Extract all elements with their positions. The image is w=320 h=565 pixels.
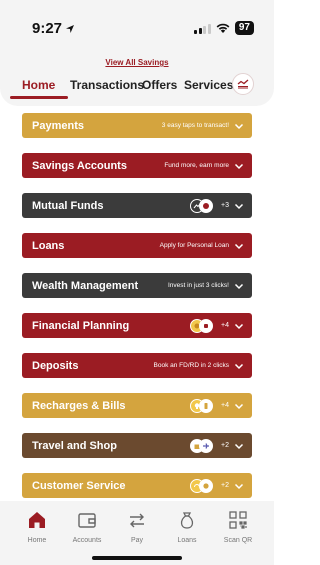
- nav-label: Accounts: [72, 537, 102, 544]
- location-arrow-icon: [66, 24, 75, 33]
- header-panel: 9:27 97 View All Savings Home Transactio…: [0, 0, 274, 106]
- product-icon-group: [190, 198, 214, 213]
- product-icon-group: [190, 398, 214, 413]
- chat-icon: [199, 478, 214, 493]
- card-title: Travel and Shop: [32, 439, 117, 452]
- card-title: Recharges & Bills: [32, 399, 126, 412]
- battery-indicator: 97: [234, 21, 254, 35]
- view-all-savings-link[interactable]: View All Savings: [0, 58, 274, 67]
- card-savings-accounts[interactable]: Savings Accounts Fund more, earn more: [22, 153, 252, 178]
- product-icon-group: [190, 478, 214, 493]
- more-tabs-button[interactable]: [232, 73, 254, 95]
- chart-icon: [237, 79, 249, 89]
- nav-home[interactable]: Home: [17, 509, 57, 544]
- status-icons: 97: [194, 21, 254, 35]
- card-subtitle: Invest in just 3 clicks!: [167, 282, 229, 289]
- card-loans[interactable]: Loans Apply for Personal Loan: [22, 233, 252, 258]
- card-deposits[interactable]: Deposits Book an FD/RD in 2 clicks: [22, 353, 252, 378]
- chevron-down-icon: [234, 483, 244, 489]
- badge-count: +4: [221, 402, 229, 409]
- chevron-down-icon: [234, 323, 244, 329]
- chevron-down-icon: [234, 243, 244, 249]
- nav-label: Pay: [130, 537, 144, 544]
- badge-count: +4: [221, 322, 229, 329]
- nav-label: Loans: [177, 537, 197, 544]
- badge-count: +2: [221, 442, 229, 449]
- card-subtitle: Fund more, earn more: [164, 162, 229, 169]
- card-customer-service[interactable]: Customer Service +2: [22, 473, 252, 498]
- qr-icon: [229, 511, 247, 529]
- card-financial-planning[interactable]: Financial Planning +4: [22, 313, 252, 338]
- chevron-down-icon: [234, 283, 244, 289]
- signal-icon: [194, 23, 211, 34]
- card-wealth-management[interactable]: Wealth Management Invest in just 3 click…: [22, 273, 252, 298]
- card-mutual-funds[interactable]: Mutual Funds +3: [22, 193, 252, 218]
- card-title: Deposits: [32, 359, 79, 372]
- badge-count: +2: [221, 482, 229, 489]
- card-title: Customer Service: [32, 479, 126, 492]
- nav-loans[interactable]: Loans: [167, 509, 207, 544]
- chevron-down-icon: [234, 163, 244, 169]
- coin-icon: [199, 198, 214, 213]
- money-bag-icon: [180, 512, 194, 529]
- chevron-down-icon: [234, 123, 244, 129]
- nav-pay[interactable]: Pay: [117, 509, 157, 544]
- card-title: Loans: [32, 239, 65, 252]
- card-title: Savings Accounts: [32, 159, 127, 172]
- product-icon-group: [190, 438, 214, 453]
- card-title: Payments: [32, 119, 84, 132]
- transfer-icon: [130, 513, 144, 528]
- chevron-down-icon: [234, 203, 244, 209]
- card-subtitle: 3 easy taps to transact!: [161, 122, 229, 129]
- plane-icon: [199, 438, 214, 453]
- status-time: 9:27: [32, 20, 75, 37]
- card-title: Wealth Management: [32, 279, 139, 292]
- card-recharges-bills[interactable]: Recharges & Bills +4: [22, 393, 252, 418]
- nav-accounts[interactable]: Accounts: [67, 509, 107, 544]
- tab-services[interactable]: Services: [184, 78, 233, 92]
- bottom-navigation: Home Accounts Pay Loans Scan QR: [0, 501, 274, 565]
- wifi-icon: [216, 23, 230, 33]
- nav-scan-qr[interactable]: Scan QR: [218, 509, 258, 544]
- status-bar: 9:27 97: [0, 0, 274, 44]
- piggy-bank-icon: [199, 318, 214, 333]
- card-subtitle: Book an FD/RD in 2 clicks: [153, 362, 230, 369]
- nav-label: Home: [27, 537, 47, 544]
- card-title: Financial Planning: [32, 319, 130, 332]
- card-title: Mutual Funds: [32, 199, 104, 212]
- card-payments[interactable]: Payments 3 easy taps to transact!: [22, 113, 252, 138]
- phone-icon: [199, 398, 214, 413]
- tab-transactions[interactable]: Transactions: [70, 78, 144, 92]
- chevron-down-icon: [234, 363, 244, 369]
- time-text: 9:27: [32, 20, 63, 37]
- wallet-icon: [78, 513, 96, 528]
- badge-count: +3: [221, 202, 229, 209]
- home-icon: [29, 512, 45, 528]
- nav-label: Scan QR: [223, 537, 253, 544]
- product-icon-group: [190, 318, 214, 333]
- card-travel-and-shop[interactable]: Travel and Shop +2: [22, 433, 252, 458]
- chevron-down-icon: [234, 403, 244, 409]
- home-indicator: [92, 556, 182, 560]
- chevron-down-icon: [234, 443, 244, 449]
- card-subtitle: Apply for Personal Loan: [159, 242, 229, 249]
- tab-home-underline: [10, 96, 68, 99]
- tab-offers[interactable]: Offers: [142, 78, 177, 92]
- tab-bar: Home Transactions Offers Services: [10, 73, 254, 100]
- tab-home[interactable]: Home: [22, 78, 55, 92]
- app-screen: 9:27 97 View All Savings Home Transactio…: [0, 0, 274, 565]
